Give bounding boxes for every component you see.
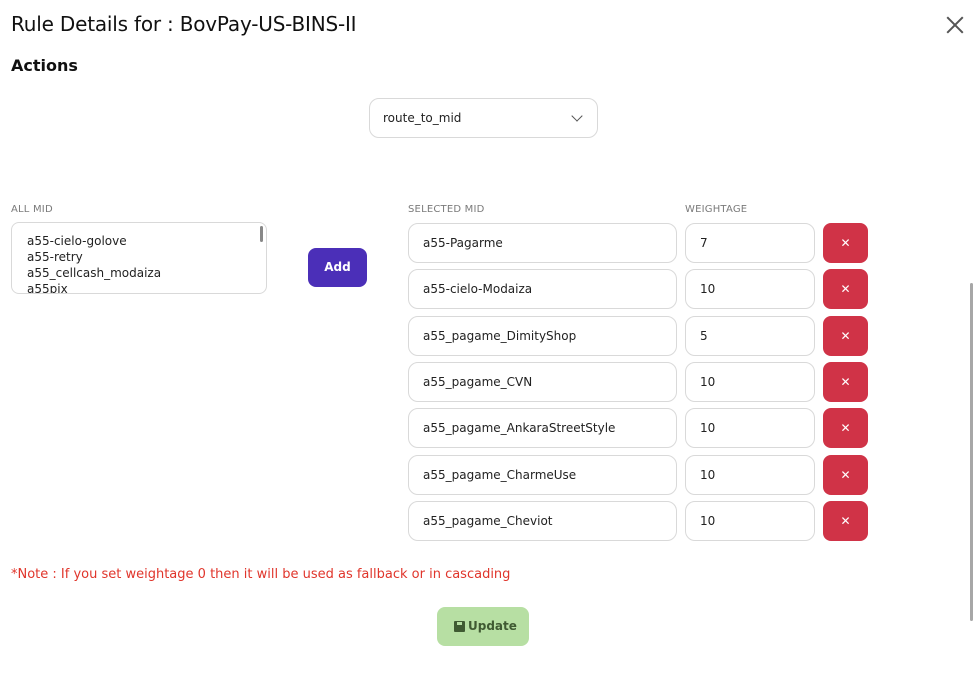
weightage-value: 10: [700, 375, 716, 389]
close-icon: ✕: [840, 236, 851, 250]
close-icon: ✕: [840, 514, 851, 528]
remove-mid-button[interactable]: ✕: [823, 316, 868, 356]
chevron-down-icon: [571, 110, 583, 122]
weightage-input[interactable]: 10: [685, 362, 815, 402]
remove-mid-button[interactable]: ✕: [823, 223, 868, 263]
all-mid-option[interactable]: a55_cellcash_modaiza: [27, 266, 161, 280]
remove-mid-button[interactable]: ✕: [823, 455, 868, 495]
remove-mid-button[interactable]: ✕: [823, 362, 868, 402]
remove-mid-button[interactable]: ✕: [823, 269, 868, 309]
action-select[interactable]: route_to_mid: [369, 98, 598, 138]
weightage-value: 10: [700, 421, 716, 435]
all-mid-option[interactable]: a55-cielo-golove: [27, 234, 127, 248]
weightage-input[interactable]: 10: [685, 408, 815, 448]
weightage-label: WEIGHTAGE: [685, 204, 748, 215]
selected-mid-field[interactable]: a55-cielo-Modaiza: [408, 269, 677, 309]
all-mid-label: ALL MID: [11, 204, 53, 215]
selected-mid-field[interactable]: a55_pagame_Cheviot: [408, 501, 677, 541]
close-icon: ✕: [840, 282, 851, 296]
selected-mid-value: a55_pagame_Cheviot: [423, 514, 553, 528]
selected-mid-field[interactable]: a55_pagame_DimityShop: [408, 316, 677, 356]
weightage-input[interactable]: 7: [685, 223, 815, 263]
selected-mid-value: a55_pagame_CVN: [423, 375, 533, 389]
modal-scrollbar[interactable]: [970, 283, 973, 621]
add-mid-button[interactable]: Add: [308, 248, 367, 287]
close-icon: ✕: [840, 329, 851, 343]
selected-mid-field[interactable]: a55_pagame_CharmeUse: [408, 455, 677, 495]
all-mid-option[interactable]: a55-retry: [27, 250, 83, 264]
selected-mid-field[interactable]: a55_pagame_CVN: [408, 362, 677, 402]
weightage-note: *Note : If you set weightage 0 then it w…: [11, 567, 511, 582]
weightage-input[interactable]: 10: [685, 501, 815, 541]
close-icon: ✕: [840, 468, 851, 482]
selected-mid-field[interactable]: a55_pagame_AnkaraStreetStyle: [408, 408, 677, 448]
selected-mid-value: a55_pagame_CharmeUse: [423, 468, 577, 482]
selected-mid-value: a55_pagame_DimityShop: [423, 329, 577, 343]
selected-mid-field[interactable]: a55-Pagarme: [408, 223, 677, 263]
listbox-scrollbar[interactable]: [260, 226, 263, 242]
all-mid-listbox[interactable]: a55-cielo-golove a55-retry a55_cellcash_…: [11, 222, 267, 294]
action-select-value: route_to_mid: [383, 111, 462, 125]
close-icon: ✕: [840, 421, 851, 435]
remove-mid-button[interactable]: ✕: [823, 501, 868, 541]
close-icon: ✕: [840, 375, 851, 389]
modal-title: Rule Details for : BovPay-US-BINS-II: [11, 12, 357, 36]
rule-details-modal: Rule Details for : BovPay-US-BINS-II Act…: [0, 0, 974, 691]
weightage-input[interactable]: 10: [685, 269, 815, 309]
selected-mid-value: a55_pagame_AnkaraStreetStyle: [423, 421, 616, 435]
remove-mid-button[interactable]: ✕: [823, 408, 868, 448]
weightage-value: 10: [700, 468, 716, 482]
weightage-input[interactable]: 10: [685, 455, 815, 495]
all-mid-option[interactable]: a55pix: [27, 282, 68, 293]
weightage-value: 10: [700, 514, 716, 528]
weightage-value: 7: [700, 236, 708, 250]
save-icon: [454, 621, 465, 632]
update-button-label: Update: [468, 619, 517, 633]
actions-heading: Actions: [11, 56, 78, 75]
selected-mid-label: SELECTED MID: [408, 204, 485, 215]
close-icon[interactable]: [944, 14, 966, 36]
weightage-input[interactable]: 5: [685, 316, 815, 356]
selected-mid-value: a55-cielo-Modaiza: [423, 282, 533, 296]
update-button[interactable]: Update: [437, 607, 529, 646]
weightage-value: 5: [700, 329, 708, 343]
weightage-value: 10: [700, 282, 716, 296]
selected-mid-value: a55-Pagarme: [423, 236, 503, 250]
